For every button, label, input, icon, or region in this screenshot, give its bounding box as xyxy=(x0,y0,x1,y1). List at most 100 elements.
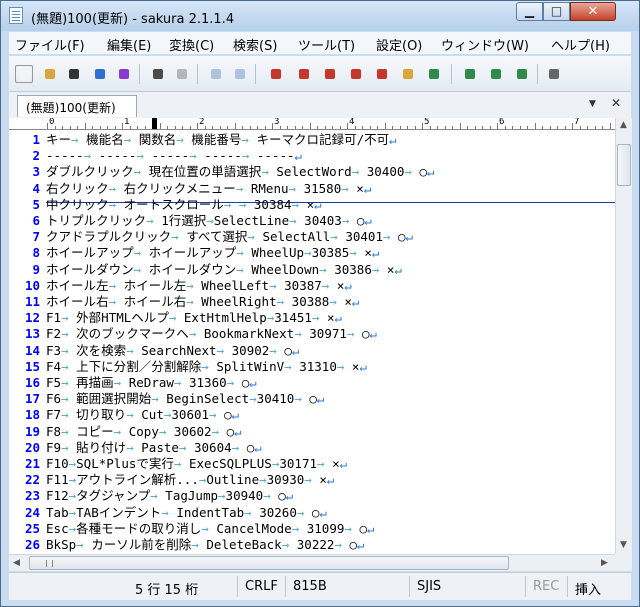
dropdown-icon[interactable] xyxy=(65,65,79,83)
editor-line[interactable]: 26 BkSp→ カーソル前を削除→ DeleteBack→ 30222→ ○↵ xyxy=(9,537,615,553)
ruler-tick xyxy=(114,126,116,129)
clear-search-icon[interactable] xyxy=(373,65,391,83)
line-text: F12→タグジャンプ→ TagJump→30940→ ○↵ xyxy=(46,488,294,504)
ruler-tick xyxy=(602,126,603,129)
menu-edit[interactable]: 編集(E) xyxy=(107,35,151,54)
grep-icon[interactable] xyxy=(399,65,417,83)
editor-line[interactable]: 1 キー→ 機能名→ 関数名→ 機能番号→ キーマクロ記録可/不可↵ xyxy=(9,132,615,148)
menu-search[interactable]: 検索(S) xyxy=(233,35,277,54)
insert-mode[interactable]: 挿入 xyxy=(575,579,601,598)
new-file-icon[interactable] xyxy=(15,65,33,83)
nav-forward-icon[interactable] xyxy=(231,65,249,83)
app-icon[interactable] xyxy=(9,7,23,24)
save-all-icon[interactable] xyxy=(115,65,133,83)
ruler-tick xyxy=(212,126,213,129)
line-ending[interactable]: CRLF xyxy=(245,579,278,594)
editor-line[interactable]: 2 -----→ -----→ -----→ -----→ -----↵ xyxy=(9,148,615,164)
ruler[interactable]: 0 1 2 3 4 5 6 7 xyxy=(45,118,615,130)
menu-tools[interactable]: ツール(T) xyxy=(298,35,355,54)
scroll-right-icon[interactable]: ▶ xyxy=(601,558,608,568)
ruler-label: 2 xyxy=(199,118,205,127)
search-prev-icon[interactable] xyxy=(295,65,313,83)
editor-line[interactable]: 6 トリプルクリック→ 1行選択→SelectLine→ 30403→ ○↵ xyxy=(9,213,615,229)
maximize-button[interactable]: □ xyxy=(543,2,570,21)
eol-mark: ↵ xyxy=(351,294,360,309)
menu-file[interactable]: ファイル(F) xyxy=(15,35,85,54)
eol-mark: ↵ xyxy=(389,132,397,147)
search-icon[interactable] xyxy=(267,65,285,83)
vertical-scrollbar[interactable]: ▲ ▼ xyxy=(615,118,632,554)
close-button[interactable]: ✕ xyxy=(570,2,616,21)
editor-line[interactable]: 20 F9→ 貼り付け→ Paste→ 30604→ ○↵ xyxy=(9,440,615,456)
cursor-position: 5 行 15 桁 xyxy=(135,583,199,598)
editor-line[interactable]: 12 F1→ 外部HTMLヘルプ→ ExtHtmlHelp→31451→ ×↵ xyxy=(9,310,615,326)
replace-icon[interactable] xyxy=(347,65,365,83)
ruler-tick xyxy=(137,126,138,129)
editor-line[interactable]: 13 F2→ 次のブックマークへ→ BookmarkNext→ 30971→ ○↵ xyxy=(9,326,615,342)
tab-close-icon[interactable]: ✕ xyxy=(611,96,621,110)
line-text: Tab→TABインデント→ IndentTab→ 30260→ ○↵ xyxy=(46,504,327,520)
editor-line[interactable]: 8 ホイールアップ→ ホイールアップ→ WheelUp→30385→ ×↵ xyxy=(9,245,615,261)
editor-line[interactable]: 17 F6→ 範囲選択開始→ BeginSelect→30410→ ○↵ xyxy=(9,391,615,407)
ruler-tick xyxy=(347,123,348,129)
outline-icon[interactable] xyxy=(425,65,443,83)
editor-line[interactable]: 16 F5→ 再描画→ ReDraw→ 31360→ ○↵ xyxy=(9,375,615,391)
line-text: トリプルクリック→ 1行選択→SelectLine→ 30403→ ○↵ xyxy=(46,213,372,228)
editor-line[interactable]: 24 Tab→TABインデント→ IndentTab→ 30260→ ○↵ xyxy=(9,505,615,521)
menu-window[interactable]: ウィンドウ(W) xyxy=(441,35,529,54)
menu-help[interactable]: ヘルプ(H) xyxy=(551,35,610,54)
settings-type-icon[interactable] xyxy=(487,65,505,83)
tab-list-dropdown-icon[interactable]: ▼ xyxy=(589,99,596,109)
scroll-left-icon[interactable]: ◀ xyxy=(13,558,20,568)
title-bar[interactable]: (無題)100(更新) - sakura 2.1.1.4 ▁ □ ✕ xyxy=(1,1,639,31)
sakura-window: (無題)100(更新) - sakura 2.1.1.4 ▁ □ ✕ ファイル(… xyxy=(0,0,640,607)
nav-back-icon[interactable] xyxy=(207,65,225,83)
editor-line[interactable]: 11 ホイール右→ ホイール右→ WheelRight→ 30388→ ×↵ xyxy=(9,294,615,310)
editor-line[interactable]: 21 F10→SQL*Plusで実行→ ExecSQLPLUS→30171→ ×↵ xyxy=(9,456,615,472)
ruler-tick xyxy=(197,123,198,129)
ruler-tick xyxy=(189,126,191,129)
horizontal-scroll-thumb[interactable] xyxy=(29,556,509,570)
editor-line[interactable]: 18 F7→ 切り取り→ Cut→30601→ ○↵ xyxy=(9,407,615,423)
vertical-scroll-thumb[interactable] xyxy=(617,144,631,186)
editor-line[interactable]: 10 ホイール左→ ホイール左→ WheelLeft→ 30387→ ×↵ xyxy=(9,278,615,294)
menu-settings[interactable]: 設定(O) xyxy=(376,35,422,54)
open-file-icon[interactable] xyxy=(41,65,59,83)
minimize-icon: ▁ xyxy=(524,4,535,18)
menu-convert[interactable]: 変換(C) xyxy=(169,35,214,54)
window-list-icon[interactable] xyxy=(545,65,563,83)
editor-line[interactable]: 14 F3→ 次を検索→ SearchNext→ 30902→ ○↵ xyxy=(9,343,615,359)
ruler-tick xyxy=(272,123,273,129)
editor-line[interactable]: 7 クアドラプルクリック→ すべて選択→ SelectAll→ 30401→ ○↵ xyxy=(9,229,615,245)
editor-line[interactable]: 3 ダブルクリック→ 現在位置の単語選択→ SelectWord→ 30400→ … xyxy=(9,164,615,180)
editor-line[interactable]: 25 Esc→各種モードの取り消し→ CancelMode→ 31099→ ○↵ xyxy=(9,521,615,537)
encoding[interactable]: SJIS xyxy=(417,579,441,594)
editor-line[interactable]: 15 F4→ 上下に分割／分割解除→ SplitWinV→ 31310→ ×↵ xyxy=(9,359,615,375)
ruler-tick xyxy=(444,126,446,129)
text-editor[interactable]: 1 キー→ 機能名→ 関数名→ 機能番号→ キーマクロ記録可/不可↵ 2 -----→… xyxy=(9,130,615,554)
search-next-icon[interactable] xyxy=(321,65,339,83)
line-number: 15 xyxy=(24,358,40,374)
editor-line[interactable]: 22 F11→アウトライン解析...→Outline→30930→ ×↵ xyxy=(9,472,615,488)
editor-line[interactable]: 5 中クリック→ オートスクロール→ → 30384→ ×↵ xyxy=(9,197,615,213)
ruler-tick xyxy=(302,126,303,129)
settings-font-icon[interactable] xyxy=(513,65,531,83)
horizontal-scrollbar[interactable]: ◀ ▶ xyxy=(9,554,615,571)
editor-line[interactable]: 9 ホイールダウン→ ホイールダウン→ WheelDown→ 30386→ ×↵ xyxy=(9,262,615,278)
save-icon[interactable] xyxy=(91,65,109,83)
minimize-button[interactable]: ▁ xyxy=(516,2,543,21)
editor-line[interactable]: 4 右クリック→ 右クリックメニュー→ RMenu→ 31580→ ×↵ xyxy=(9,181,615,197)
ruler-tick xyxy=(324,126,326,129)
scroll-up-icon[interactable]: ▲ xyxy=(620,120,627,130)
editor-line[interactable]: 19 F8→ コピー→ Copy→ 30602→ ○↵ xyxy=(9,424,615,440)
line-text: Esc→各種モードの取り消し→ CancelMode→ 31099→ ○↵ xyxy=(46,520,375,536)
editor-line[interactable]: 23 F12→タグジャンプ→ TagJump→30940→ ○↵ xyxy=(9,488,615,504)
line-text: ダブルクリック→ 現在位置の単語選択→ SelectWord→ 30400→ ○… xyxy=(46,164,435,180)
scroll-down-icon[interactable]: ▼ xyxy=(620,540,627,550)
ruler-tick xyxy=(159,123,161,129)
redo-icon[interactable] xyxy=(173,65,191,83)
tab-document[interactable]: (無題)100(更新) xyxy=(17,95,137,117)
undo-icon[interactable] xyxy=(149,65,167,83)
settings-common-icon[interactable] xyxy=(461,65,479,83)
line-text: F5→ 再描画→ ReDraw→ 31360→ ○↵ xyxy=(46,375,257,390)
